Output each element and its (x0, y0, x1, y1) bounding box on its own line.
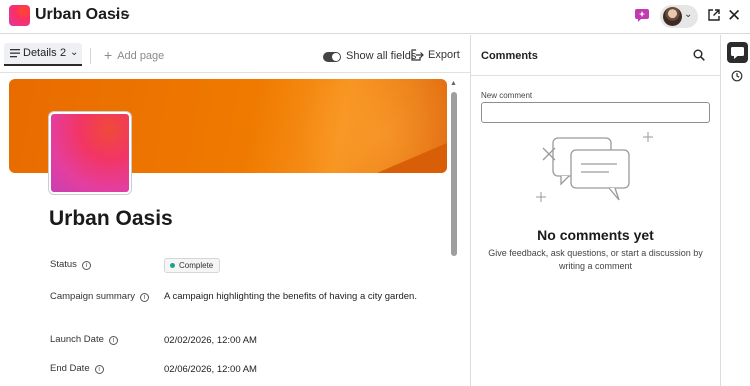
search-icon[interactable] (693, 49, 705, 61)
chevron-down-icon: ⌄ (684, 9, 693, 20)
field-label-text: End Date (50, 363, 90, 374)
field-value-campaign-summary[interactable]: A campaign highlighting the benefits of … (164, 291, 417, 302)
status-badge-label: Complete (179, 261, 214, 270)
new-comment-label: New comment (481, 91, 533, 100)
field-label-campaign-summary: Campaign summary i (50, 291, 149, 302)
export-icon (411, 49, 424, 61)
tab-details-label: Details (23, 47, 57, 59)
field-label-end-date: End Date i (50, 363, 104, 374)
app-logo (9, 5, 30, 26)
empty-state-title: No comments yet (537, 227, 654, 243)
show-all-fields-toggle[interactable] (323, 52, 341, 62)
history-icon[interactable] (731, 70, 743, 82)
more-options-button[interactable]: ··· (114, 6, 132, 23)
export-label: Export (428, 49, 460, 61)
field-label-launch-date: Launch Date i (50, 334, 118, 345)
show-all-fields-label: Show all fields (346, 50, 417, 62)
tab-details[interactable]: Details 2 ⌄ (4, 43, 82, 66)
field-label-text: Campaign summary (50, 291, 135, 302)
rail-divider (720, 35, 721, 386)
field-label-text: Status (50, 259, 77, 270)
status-dot (170, 262, 175, 268)
record-thumbnail[interactable] (49, 112, 131, 194)
add-page-label: Add page (117, 50, 165, 62)
scroll-up-arrow[interactable]: ▲ (450, 80, 457, 87)
scrollbar-thumb[interactable] (451, 92, 457, 256)
open-external-icon[interactable] (707, 8, 721, 22)
comments-header: Comments (471, 35, 720, 76)
plus-icon: + (104, 47, 113, 63)
banner-decoration (377, 143, 447, 173)
field-value-launch-date[interactable]: 02/02/2026, 12:00 AM (164, 335, 257, 346)
toolbar-divider (90, 48, 91, 64)
status-badge[interactable]: Complete (164, 258, 221, 273)
ai-assistant-icon[interactable] (635, 9, 649, 22)
add-page-button[interactable]: + Add page (104, 47, 164, 63)
tab-details-count: 2 (60, 47, 67, 59)
comments-icon (731, 47, 744, 59)
chevron-down-icon: ⌄ (70, 47, 79, 58)
close-icon[interactable]: ✕ (727, 6, 741, 26)
info-icon[interactable]: i (94, 365, 104, 374)
empty-comments-illustration (536, 132, 653, 202)
record-title: Urban Oasis (49, 207, 173, 230)
comments-title: Comments (481, 50, 538, 62)
field-label-text: Launch Date (50, 334, 104, 345)
field-value-end-date[interactable]: 02/06/2026, 12:00 AM (164, 364, 257, 375)
comments-panel: Comments New comment No comments yet Giv… (471, 35, 720, 386)
info-icon[interactable]: i (108, 336, 118, 345)
record-content: Urban Oasis Status i Complete Campaign su… (0, 74, 458, 386)
comments-rail-button[interactable] (727, 42, 748, 63)
info-icon[interactable]: i (81, 261, 91, 270)
user-menu-button[interactable]: ⌄ (660, 5, 698, 28)
export-button[interactable]: Export (411, 49, 460, 61)
page-toolbar: Details 2 ⌄ + Add page Show all fields Ex… (0, 35, 470, 73)
empty-state-description: Give feedback, ask questions, or start a… (488, 248, 703, 271)
field-label-status: Status i (50, 259, 91, 270)
list-icon (10, 49, 20, 58)
info-icon[interactable]: i (140, 293, 149, 302)
top-bar: Urban Oasis ··· ⌄ ✕ (0, 0, 750, 34)
avatar (663, 7, 682, 26)
new-comment-input[interactable] (481, 102, 710, 123)
